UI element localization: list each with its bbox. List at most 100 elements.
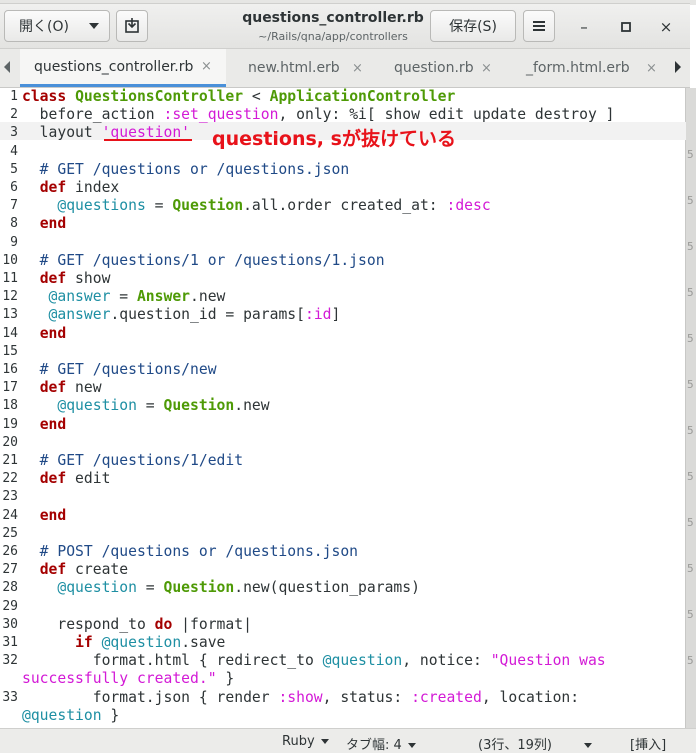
code-token: do bbox=[154, 615, 173, 633]
close-tab-icon[interactable]: × bbox=[352, 61, 363, 76]
line-number: 17 bbox=[2, 380, 18, 396]
maximize-button[interactable] bbox=[614, 16, 638, 38]
code-token: @question bbox=[57, 397, 137, 415]
code-token: Answer bbox=[136, 288, 191, 306]
tab-new-html-erb[interactable]: new.html.erb × bbox=[226, 49, 370, 87]
code-line: # GET /questions/1/edit bbox=[22, 452, 243, 470]
background-line-number: 5 bbox=[687, 424, 694, 437]
tab-label: new.html.erb bbox=[248, 60, 340, 76]
hamburger-menu-button[interactable] bbox=[523, 10, 555, 42]
code-token: , status: bbox=[322, 688, 412, 706]
close-window-button[interactable]: × bbox=[654, 16, 678, 38]
close-tab-icon[interactable]: × bbox=[481, 61, 492, 76]
code-token: @answer bbox=[48, 306, 111, 324]
code-token: :created bbox=[411, 688, 482, 706]
background-line-number: 5 bbox=[687, 470, 694, 483]
code-editor[interactable]: 1 class QuestionsController < Application… bbox=[0, 88, 686, 728]
hamburger-icon bbox=[533, 21, 545, 31]
scroll-tabs-right-icon[interactable] bbox=[675, 61, 681, 73]
code-token: = bbox=[136, 579, 164, 597]
code-token: , notice: bbox=[402, 652, 491, 670]
code-line: @answer = Answer.new bbox=[22, 288, 226, 306]
line-number: 22 bbox=[2, 471, 18, 487]
line-number: 9 bbox=[10, 234, 18, 250]
code-line: successfully created." } bbox=[22, 670, 234, 688]
background-line-number: 5 bbox=[687, 240, 694, 253]
tab-width-selector[interactable]: タブ幅: 4 bbox=[346, 734, 416, 753]
close-tab-icon[interactable]: × bbox=[201, 59, 212, 74]
code-token: :show bbox=[278, 688, 323, 706]
code-token: @question bbox=[322, 652, 403, 670]
line-number: 1 bbox=[10, 89, 18, 104]
code-token: format.json { render bbox=[22, 688, 279, 706]
code-token: :desc bbox=[446, 197, 491, 215]
code-token: successfully created." bbox=[22, 670, 217, 688]
code-token: ApplicationController bbox=[269, 88, 456, 105]
background-line-number: 5 bbox=[687, 286, 694, 299]
line-number: 11 bbox=[2, 271, 18, 286]
line-number: 13 bbox=[2, 307, 18, 323]
open-button[interactable]: 開く(O) bbox=[4, 10, 110, 42]
code-token: # GET /questions/1/edit bbox=[22, 452, 244, 469]
code-line: def edit bbox=[22, 470, 111, 488]
line-number: 12 bbox=[2, 289, 18, 305]
code-line: @question = Question.new bbox=[22, 397, 270, 415]
scroll-tabs-left-icon[interactable] bbox=[4, 61, 10, 73]
code-token: @questions bbox=[57, 197, 146, 215]
code-token: @answer bbox=[48, 288, 111, 306]
line-number: 10 bbox=[2, 252, 18, 268]
line-number: 32 bbox=[2, 653, 18, 669]
close-tab-icon[interactable]: × bbox=[646, 61, 657, 76]
code-token: end bbox=[39, 506, 67, 524]
code-token: .new bbox=[234, 397, 270, 415]
line-number: 6 bbox=[10, 180, 18, 195]
chevron-down-icon bbox=[407, 743, 416, 748]
code-token: end bbox=[39, 215, 67, 233]
background-line-number: 5 bbox=[687, 608, 694, 621]
line-number: 25 bbox=[2, 525, 18, 541]
save-button[interactable]: 保存(S) bbox=[430, 10, 516, 42]
code-token: QuestionsController bbox=[75, 88, 244, 105]
code-token: new bbox=[66, 379, 102, 397]
tab-form-html-erb[interactable]: _form.html.erb × bbox=[508, 49, 668, 87]
code-line: @answer.question_id = params[:id] bbox=[22, 306, 341, 324]
line-number: 24 bbox=[2, 507, 18, 523]
code-token: show bbox=[66, 270, 111, 287]
code-token: , only: %i[ show edit update destroy ] bbox=[278, 106, 615, 124]
code-token: respond_to bbox=[22, 615, 155, 633]
code-line: format.json { render :show, status: :cre… bbox=[22, 689, 579, 707]
code-token: Question bbox=[172, 197, 244, 215]
new-document-button[interactable] bbox=[116, 10, 148, 42]
code-token: def bbox=[39, 470, 67, 488]
code-token: # GET /questions/new bbox=[22, 361, 217, 378]
line-number: 8 bbox=[10, 216, 18, 232]
code-token: index bbox=[66, 179, 120, 196]
background-line-number: 5 bbox=[687, 332, 694, 345]
code-token: } bbox=[216, 670, 235, 688]
language-selector[interactable]: Ruby bbox=[282, 734, 329, 749]
code-token: = bbox=[110, 288, 137, 306]
code-token: # POST /questions or /questions.json bbox=[22, 543, 359, 560]
line-number: 18 bbox=[2, 398, 18, 414]
code-line: respond_to do |format| bbox=[22, 616, 252, 634]
code-line: # GET /questions or /questions.json bbox=[22, 161, 350, 179]
minimize-button[interactable]: – bbox=[572, 16, 596, 38]
background-line-number: 5 bbox=[687, 654, 694, 667]
tab-question-rb[interactable]: question.rb × bbox=[370, 49, 508, 87]
line-number: 3 bbox=[10, 125, 18, 141]
code-line: def index bbox=[22, 179, 120, 197]
code-line: end bbox=[22, 416, 67, 434]
code-token: :set_question bbox=[163, 106, 279, 124]
tab-questions-controller[interactable]: questions_controller.rb × bbox=[20, 49, 226, 87]
code-token: def bbox=[39, 179, 67, 196]
cursor-position[interactable]: (3行、19列) bbox=[478, 734, 592, 753]
new-document-icon bbox=[125, 18, 139, 33]
line-number: 14 bbox=[2, 325, 18, 341]
tab-label: _form.html.erb bbox=[526, 60, 630, 76]
error-underline bbox=[104, 139, 192, 141]
code-token: .all.order created_at: bbox=[243, 197, 447, 215]
